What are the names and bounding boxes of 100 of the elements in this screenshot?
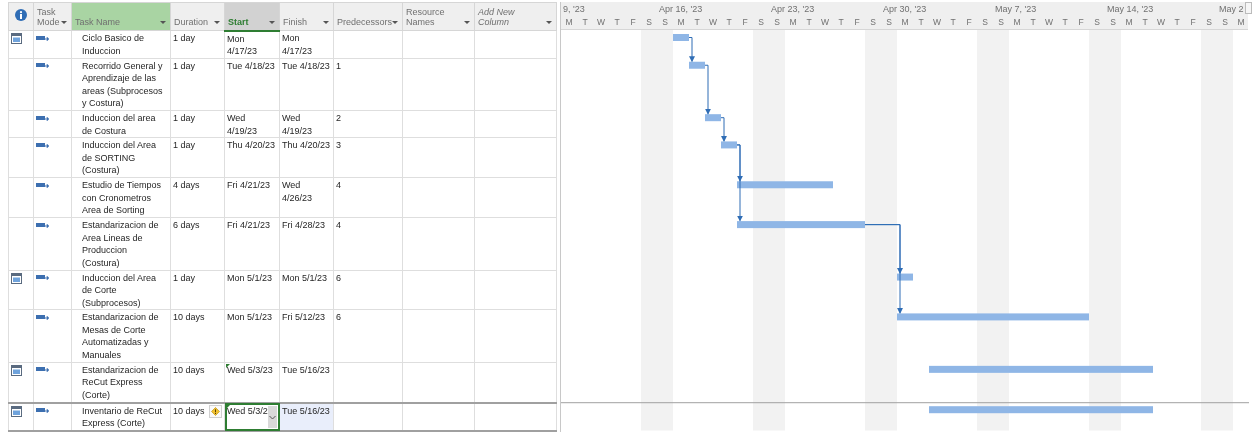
week-label: Apr 16, '23 xyxy=(658,3,704,16)
start-date: Mon 4/17/23 xyxy=(227,32,259,58)
day-label: M xyxy=(788,16,798,29)
week-label: May 14, '23 xyxy=(1106,3,1155,16)
day-label: S xyxy=(869,16,877,29)
day-label: S xyxy=(645,16,653,29)
dropdown-arrow-icon[interactable] xyxy=(464,21,470,24)
day-label: F xyxy=(1189,16,1197,29)
week-label: Apr 23, '23 xyxy=(770,3,816,16)
day-label: F xyxy=(741,16,749,29)
day-label: F xyxy=(965,16,973,29)
day-label: S xyxy=(661,16,669,29)
link-arrow xyxy=(720,117,727,142)
day-label: W xyxy=(1044,16,1054,29)
column-header[interactable]: Task Name xyxy=(75,17,120,27)
dropdown-arrow-icon[interactable] xyxy=(214,21,220,24)
duration-value: 1 day xyxy=(173,113,196,124)
week-label: 9, '23 xyxy=(562,3,586,16)
finish-date: Fri 4/28/23 xyxy=(282,219,327,232)
task-name: Induccion del Area de Corte (Subprocesos) xyxy=(82,271,158,310)
predecessor-value: 1 xyxy=(336,60,341,71)
duration-value: 10 days xyxy=(173,312,205,323)
link-arrow xyxy=(704,64,711,115)
predecessor-value: 6 xyxy=(336,312,341,323)
task-name: Inventario de ReCut Express (Corte) xyxy=(82,404,164,430)
finish-date: Wed 4/26/23 xyxy=(282,179,314,205)
duration-value: 1 day xyxy=(173,272,196,283)
dropdown-arrow-icon[interactable] xyxy=(323,21,329,24)
column-header[interactable]: Start xyxy=(228,16,249,27)
week-label: Apr 30, '23 xyxy=(882,3,928,16)
day-label: S xyxy=(885,16,893,29)
start-date: Thu 4/20/23 xyxy=(227,139,277,152)
task-name: Recorrido General y Aprendizaje de las areas (Subprocesos y Costura) xyxy=(82,59,164,110)
task-name: Estandarizacion de Mesas de Corte Automatizadas y Manuales xyxy=(82,311,160,362)
day-label: T xyxy=(581,16,589,29)
task-name: Ciclo Basico de Induccion xyxy=(82,32,146,57)
task-name: Estudio de Tiempos con Cronometros Area de Sorting xyxy=(82,179,163,217)
day-label: W xyxy=(1156,16,1166,29)
day-label: T xyxy=(1029,16,1037,29)
finish-date: Mon 4/17/23 xyxy=(282,32,314,57)
day-label: S xyxy=(1109,16,1117,29)
finish-date: Mon 5/1/23 xyxy=(282,271,329,285)
task-name: Estandarizacion de ReCut Express (Corte) xyxy=(82,363,160,402)
day-label: S xyxy=(997,16,1005,29)
day-label: W xyxy=(820,16,830,29)
day-label: S xyxy=(757,16,765,29)
start-date: Mon 5/1/23 xyxy=(227,271,274,285)
task-name: Induccion del Area de SORTING (Costura) xyxy=(82,139,158,177)
day-label: F xyxy=(629,16,637,29)
predecessor-value: 6 xyxy=(336,272,341,283)
day-label: F xyxy=(853,16,861,29)
warning-button[interactable] xyxy=(209,404,222,418)
start-date: Wed 5/3/23 xyxy=(227,363,274,377)
day-label: M xyxy=(900,16,910,29)
day-label: T xyxy=(805,16,813,29)
duration-value: 1 day xyxy=(173,60,196,71)
day-label: W xyxy=(596,16,606,29)
finish-date: Fri 5/12/23 xyxy=(282,311,327,324)
start-date: Fri 4/21/23 xyxy=(227,219,272,232)
dropdown-arrow-icon[interactable] xyxy=(546,21,552,24)
day-label: W xyxy=(708,16,718,29)
task-bar xyxy=(705,114,721,122)
finish-date: Tue 4/18/23 xyxy=(282,59,331,73)
dropdown-arrow-icon[interactable] xyxy=(61,21,67,24)
day-label: S xyxy=(1221,16,1229,29)
day-label: T xyxy=(917,16,925,29)
day-label: F xyxy=(1077,16,1085,29)
column-header[interactable]: Finish xyxy=(283,17,307,27)
finish-date: Wed 4/19/23 xyxy=(282,112,314,138)
day-label: M xyxy=(1012,16,1022,29)
finish-date: Tue 5/16/23 xyxy=(282,363,331,377)
duration-value: 6 days xyxy=(173,220,200,231)
day-label: T xyxy=(725,16,733,29)
day-label: S xyxy=(981,16,989,29)
day-label: T xyxy=(949,16,957,29)
dropdown-arrow-icon[interactable] xyxy=(160,21,166,24)
chevron-icon xyxy=(269,414,276,420)
day-label: T xyxy=(613,16,621,29)
day-label: S xyxy=(1205,16,1213,29)
predecessor-value: 3 xyxy=(336,140,341,151)
day-label: T xyxy=(1173,16,1181,29)
day-label: W xyxy=(932,16,942,29)
dropdown-arrow-icon[interactable] xyxy=(392,21,398,24)
predecessor-value: 4 xyxy=(336,180,341,191)
day-label: T xyxy=(693,16,701,29)
task-bar xyxy=(897,273,913,281)
start-date: Tue 4/18/23 xyxy=(227,59,276,73)
dropdown-arrow-icon[interactable] xyxy=(269,20,275,24)
predecessor-value: 2 xyxy=(336,113,341,124)
day-label: T xyxy=(1061,16,1069,29)
day-label: S xyxy=(773,16,781,29)
dropdown-button[interactable] xyxy=(268,405,277,428)
day-label: M xyxy=(1124,16,1134,29)
start-date: Wed 4/19/23 xyxy=(227,112,259,138)
start-date: Wed 5/3/2 xyxy=(227,404,268,418)
day-label: T xyxy=(837,16,845,29)
day-label: S xyxy=(1093,16,1101,29)
duration-value: 10 days xyxy=(173,364,205,375)
day-label: T xyxy=(1141,16,1149,29)
task-name: Induccion del area de Costura xyxy=(82,112,157,138)
